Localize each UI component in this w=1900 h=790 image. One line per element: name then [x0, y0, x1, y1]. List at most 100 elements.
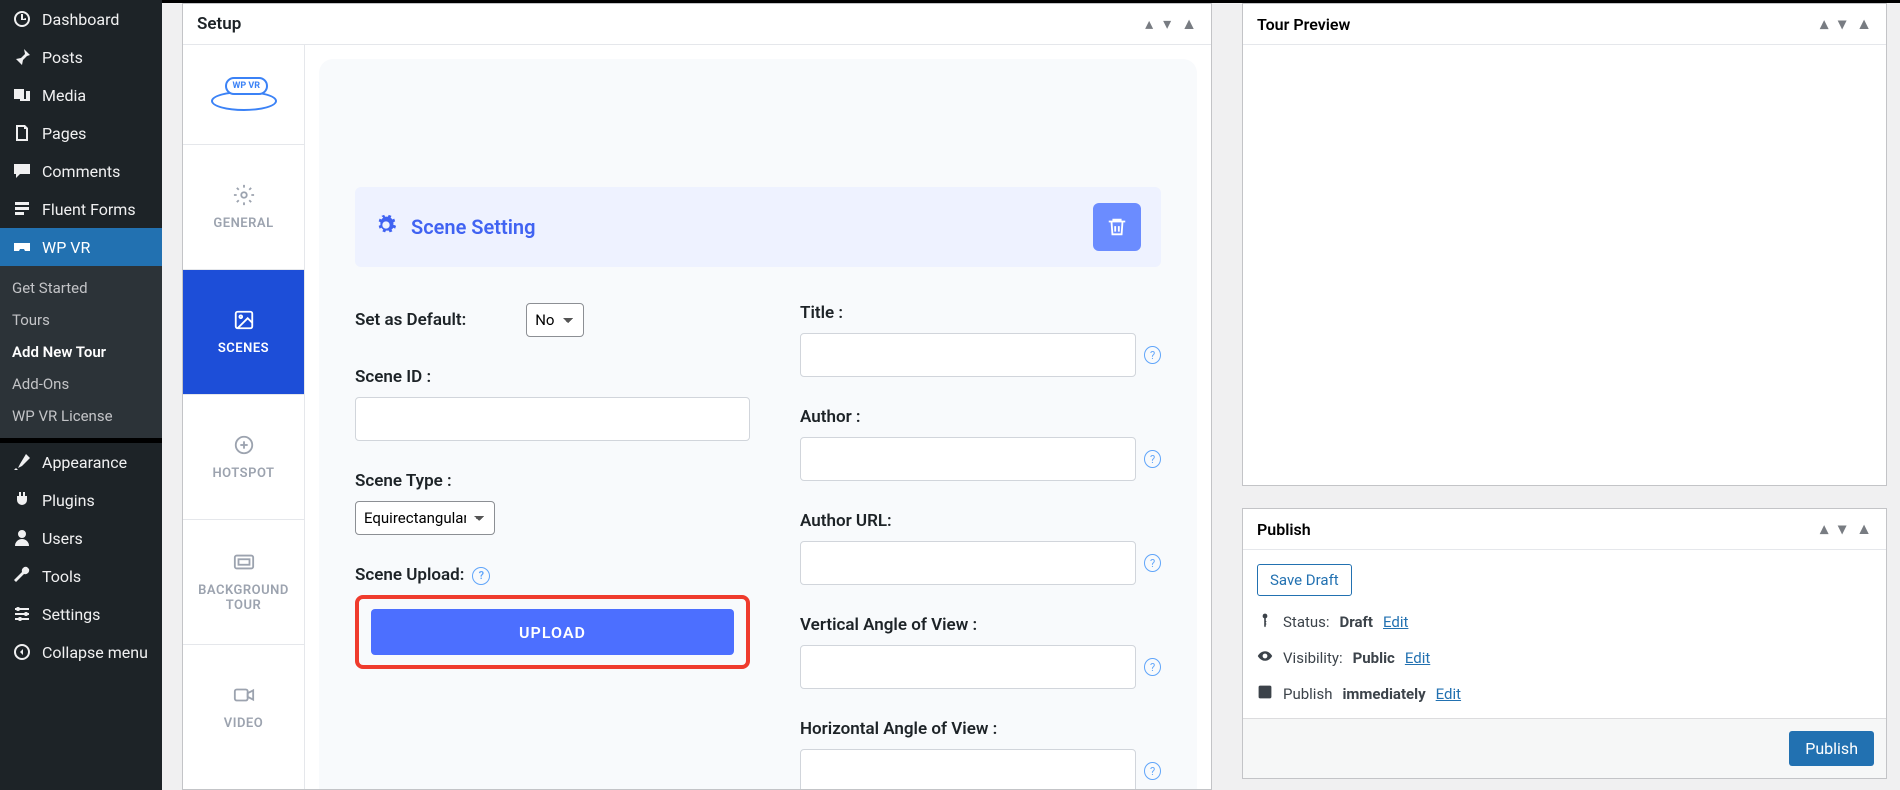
- vtab-label: GENERAL: [213, 216, 273, 231]
- sidebar-item-media[interactable]: Media: [0, 76, 162, 114]
- schedule-value: immediately: [1342, 685, 1425, 703]
- vtab-hotspot[interactable]: HOTSPOT: [183, 395, 304, 520]
- move-up-icon[interactable]: ▴: [1145, 14, 1153, 34]
- key-icon: [1257, 612, 1273, 632]
- title-input[interactable]: [800, 333, 1136, 377]
- move-down-icon[interactable]: ▾: [1838, 519, 1846, 539]
- sidebar-item-wpvr[interactable]: WP VR: [0, 228, 162, 266]
- eye-icon: [1257, 648, 1273, 668]
- brush-icon: [12, 452, 32, 472]
- vtab-video[interactable]: VIDEO: [183, 645, 304, 770]
- sidebar-label: Plugins: [42, 491, 95, 510]
- scene-setting-header: Scene Setting: [355, 187, 1161, 267]
- vertical-tabs: WP VR GENERAL SCENES HOTSPOT BACKGROUND …: [183, 45, 305, 789]
- default-select[interactable]: No: [526, 303, 584, 337]
- pages-icon: [12, 123, 32, 143]
- scene-id-input[interactable]: [355, 397, 750, 441]
- save-draft-button[interactable]: Save Draft: [1257, 564, 1352, 596]
- move-down-icon[interactable]: ▾: [1163, 14, 1171, 34]
- edit-schedule-link[interactable]: Edit: [1436, 685, 1461, 703]
- form-icon: [12, 199, 32, 219]
- tour-preview-panel: Tour Preview ▴ ▾ ▲: [1242, 3, 1887, 486]
- publish-body: Save Draft Status: Draft Edit Visibility…: [1243, 550, 1886, 718]
- sub-tours[interactable]: Tours: [0, 304, 162, 336]
- sidebar-label: Media: [42, 86, 86, 105]
- dashboard-icon: [12, 9, 32, 29]
- sidebar-item-collapse[interactable]: Collapse menu: [0, 633, 162, 671]
- scene-type-select[interactable]: Equirectangular: [355, 501, 495, 535]
- status-row: Status: Draft Edit: [1257, 612, 1872, 632]
- sidebar-label: Comments: [42, 162, 120, 181]
- author-url-input[interactable]: [800, 541, 1136, 585]
- info-icon[interactable]: ?: [1144, 450, 1161, 468]
- setup-panel: Setup ▴ ▾ ▲ WP VR GENERAL SCENES: [182, 3, 1212, 790]
- visibility-value: Public: [1353, 649, 1395, 667]
- sidebar-item-settings[interactable]: Settings: [0, 595, 162, 633]
- move-down-icon[interactable]: ▾: [1838, 14, 1846, 34]
- vtab-label: BACKGROUND TOUR: [183, 583, 304, 613]
- main-column: Setup ▴ ▾ ▲ WP VR GENERAL SCENES: [162, 3, 1222, 790]
- sidebar-item-posts[interactable]: Posts: [0, 38, 162, 76]
- delete-scene-button[interactable]: [1093, 203, 1141, 251]
- sidebar-item-users[interactable]: Users: [0, 519, 162, 557]
- visibility-row: Visibility: Public Edit: [1257, 648, 1872, 668]
- wpvr-logo: WP VR: [183, 45, 304, 145]
- vtab-bgtour[interactable]: BACKGROUND TOUR: [183, 520, 304, 645]
- toggle-icon[interactable]: ▲: [1856, 14, 1872, 34]
- toggle-icon[interactable]: ▲: [1856, 519, 1872, 539]
- hview-input[interactable]: [800, 749, 1136, 789]
- sidebar-item-tools[interactable]: Tools: [0, 557, 162, 595]
- sub-add-new-tour[interactable]: Add New Tour: [0, 336, 162, 368]
- field-scene-upload: Scene Upload:? UPLOAD: [355, 565, 750, 669]
- edit-visibility-link[interactable]: Edit: [1405, 649, 1430, 667]
- label-scene-type: Scene Type :: [355, 471, 750, 491]
- move-up-icon[interactable]: ▴: [1820, 14, 1828, 34]
- sub-addons[interactable]: Add-Ons: [0, 368, 162, 400]
- author-input[interactable]: [800, 437, 1136, 481]
- user-icon: [12, 528, 32, 548]
- sidebar-label: Pages: [42, 124, 86, 143]
- sidebar-item-dashboard[interactable]: Dashboard: [0, 0, 162, 38]
- move-up-icon[interactable]: ▴: [1820, 519, 1828, 539]
- setup-panel-header[interactable]: Setup ▴ ▾ ▲: [183, 4, 1211, 45]
- publish-button[interactable]: Publish: [1789, 731, 1874, 766]
- publish-panel-header[interactable]: Publish ▴ ▾ ▲: [1243, 509, 1886, 550]
- gear-icon: [375, 214, 397, 241]
- field-title: Title : ?: [800, 303, 1161, 377]
- sidebar-item-appearance[interactable]: Appearance: [0, 443, 162, 481]
- sidebar-item-plugins[interactable]: Plugins: [0, 481, 162, 519]
- calendar-icon: [1257, 684, 1273, 704]
- sidebar-item-fluentforms[interactable]: Fluent Forms: [0, 190, 162, 228]
- info-icon[interactable]: ?: [1144, 658, 1161, 676]
- info-icon[interactable]: ?: [1144, 762, 1161, 780]
- sub-get-started[interactable]: Get Started: [0, 272, 162, 304]
- sidebar-label: Users: [42, 529, 83, 548]
- section-title: Scene Setting: [411, 215, 535, 239]
- vtab-general[interactable]: GENERAL: [183, 145, 304, 270]
- info-icon[interactable]: ?: [1144, 554, 1161, 572]
- preview-panel-header[interactable]: Tour Preview ▴ ▾ ▲: [1243, 4, 1886, 45]
- sidebar-label: Posts: [42, 48, 83, 67]
- schedule-row: Publish immediately Edit: [1257, 684, 1872, 704]
- sidebar-item-comments[interactable]: Comments: [0, 152, 162, 190]
- upload-button[interactable]: UPLOAD: [371, 609, 734, 655]
- publish-panel: Publish ▴ ▾ ▲ Save Draft Status: Draft E…: [1242, 508, 1887, 779]
- label-vview: Vertical Angle of View :: [800, 615, 1161, 635]
- field-author: Author : ?: [800, 407, 1161, 481]
- toggle-icon[interactable]: ▲: [1181, 14, 1197, 34]
- edit-status-link[interactable]: Edit: [1383, 613, 1408, 631]
- wrench-icon: [12, 566, 32, 586]
- publish-title: Publish: [1257, 520, 1311, 539]
- info-icon[interactable]: ?: [1144, 346, 1161, 364]
- preview-body: [1243, 45, 1886, 485]
- vview-input[interactable]: [800, 645, 1136, 689]
- sub-license[interactable]: WP VR License: [0, 400, 162, 432]
- sidebar-item-pages[interactable]: Pages: [0, 114, 162, 152]
- info-icon[interactable]: ?: [472, 567, 490, 585]
- pin-icon: [12, 47, 32, 67]
- vtab-scenes[interactable]: SCENES: [183, 270, 304, 395]
- sidebar-submenu: Get Started Tours Add New Tour Add-Ons W…: [0, 266, 162, 438]
- label-author-url: Author URL:: [800, 511, 1161, 531]
- vtab-label: HOTSPOT: [212, 466, 274, 481]
- vtab-label: VIDEO: [224, 716, 263, 731]
